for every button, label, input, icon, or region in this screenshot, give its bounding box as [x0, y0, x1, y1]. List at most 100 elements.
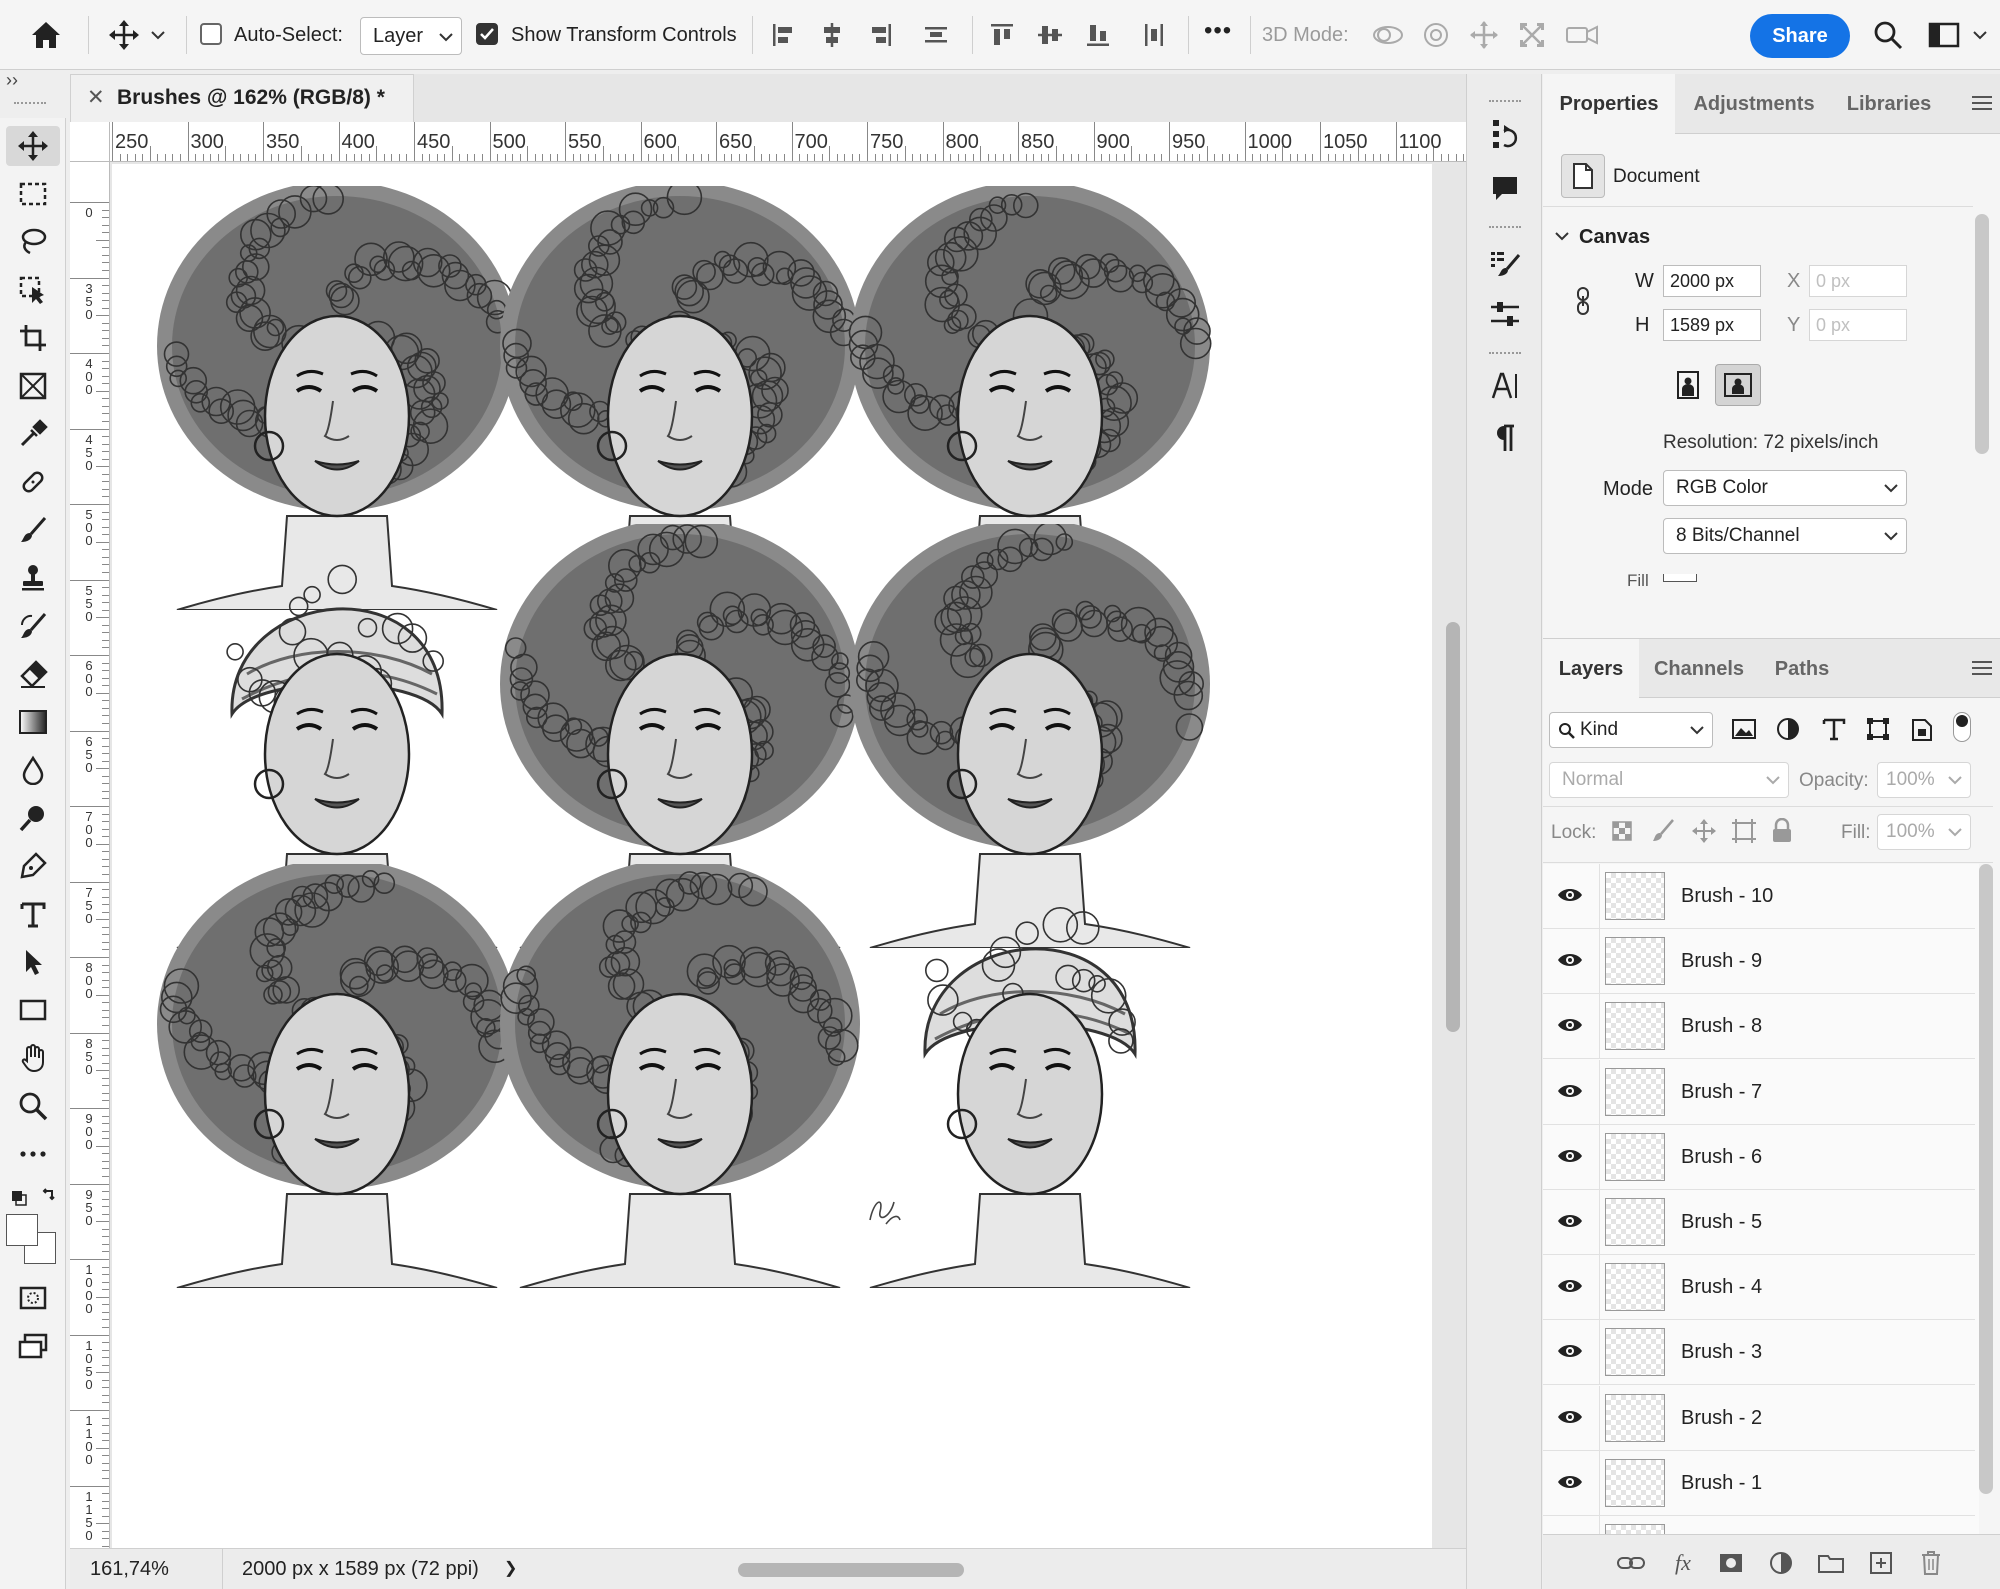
pen-tool[interactable] [6, 846, 60, 886]
3d-pan-icon[interactable] [1464, 15, 1504, 55]
status-menu-arrow[interactable]: ❯ [504, 1549, 517, 1589]
zoom-tool[interactable] [6, 1086, 60, 1126]
layer-row-partial[interactable] [1543, 1516, 1975, 1534]
bit-depth-select[interactable]: 8 Bits/Channel [1663, 518, 1907, 554]
new-layer-icon[interactable] [1865, 1547, 1897, 1579]
filter-toggle[interactable] [1953, 712, 1971, 742]
layer-name[interactable]: Brush - 4 [1681, 1273, 1762, 1301]
layer-thumbnail[interactable] [1605, 1393, 1665, 1442]
chevron-down-icon[interactable] [146, 15, 170, 55]
tab-paths[interactable]: Paths [1759, 639, 1845, 699]
eye-icon[interactable] [1557, 949, 1583, 971]
horizontal-ruler[interactable]: 250 300 350 400 450 500 550 600 650 700 750 800 850 9… [110, 122, 1470, 162]
horizontal-scroll-thumb[interactable] [738, 1563, 964, 1577]
panel-grip[interactable] [1489, 352, 1521, 358]
blur-tool[interactable] [6, 750, 60, 790]
move-tool[interactable] [6, 126, 60, 166]
fill-swatch[interactable] [1663, 574, 1697, 582]
layer-name[interactable]: Brush - 3 [1681, 1338, 1762, 1366]
search-icon[interactable] [1868, 15, 1908, 55]
lock-all-icon[interactable] [1771, 818, 1793, 844]
align-bottom-edges-icon[interactable] [1078, 15, 1118, 55]
y-input[interactable]: 0 px [1809, 309, 1907, 341]
layer-row[interactable]: Brush - 3 [1543, 1320, 1975, 1386]
layer-effects-button[interactable]: fx [1667, 1547, 1699, 1579]
layer-row[interactable]: Brush - 5 [1543, 1190, 1975, 1255]
width-input[interactable]: 2000 px [1663, 265, 1761, 297]
3d-camera-icon[interactable] [1562, 15, 1602, 55]
eye-icon[interactable] [1557, 1406, 1583, 1428]
auto-select-target-select[interactable]: Layer [360, 17, 462, 55]
marquee-tool[interactable] [6, 174, 60, 214]
more-options-button[interactable]: ••• [1204, 18, 1232, 44]
quick-mask-button[interactable] [6, 1278, 60, 1318]
tab-channels[interactable]: Channels [1639, 639, 1759, 699]
layer-name[interactable]: Brush - 9 [1681, 947, 1762, 975]
portrait-orientation-icon[interactable] [1667, 364, 1709, 406]
new-group-icon[interactable] [1815, 1547, 1847, 1579]
eye-icon[interactable] [1557, 884, 1583, 906]
canvas[interactable] [112, 164, 1432, 1550]
lock-position-icon[interactable] [1691, 818, 1717, 844]
object-selection-tool[interactable] [6, 270, 60, 310]
crop-tool[interactable] [6, 318, 60, 358]
layer-thumbnail[interactable] [1605, 1067, 1665, 1116]
eyedropper-tool[interactable] [6, 414, 60, 454]
comments-icon[interactable] [1485, 168, 1525, 208]
3d-slide-icon[interactable] [1512, 15, 1552, 55]
lock-artboard-icon[interactable] [1731, 818, 1757, 844]
close-tab-button[interactable]: ✕ [87, 75, 105, 121]
vertical-scrollbar[interactable] [1440, 162, 1466, 1548]
align-top-edges-icon[interactable] [982, 15, 1022, 55]
workspace-icon[interactable] [1924, 15, 1964, 55]
show-transform-checkbox[interactable] [476, 23, 498, 45]
layer-name[interactable]: Brush - 8 [1681, 1012, 1762, 1040]
hand-tool[interactable] [6, 1038, 60, 1078]
blend-mode-select[interactable]: Normal [1549, 762, 1789, 798]
opacity-input[interactable]: 100% [1877, 762, 1971, 798]
x-input[interactable]: 0 px [1809, 265, 1907, 297]
vertical-scroll-thumb[interactable] [1446, 622, 1460, 1032]
layer-row[interactable]: Brush - 10 [1543, 864, 1975, 929]
layer-thumbnail[interactable] [1605, 1328, 1665, 1377]
link-icon[interactable] [1575, 286, 1591, 316]
lasso-tool[interactable] [6, 222, 60, 262]
brush-tool[interactable] [6, 510, 60, 550]
layer-thumbnail[interactable] [1605, 872, 1665, 920]
document-tab[interactable]: ✕ Brushes @ 162% (RGB/8) * [70, 74, 414, 122]
align-right-edges-icon[interactable] [860, 15, 900, 55]
layer-row[interactable]: Brush - 2 [1543, 1385, 1975, 1451]
delete-layer-icon[interactable] [1915, 1547, 1947, 1579]
expand-toolbar-icon[interactable]: ›› [6, 70, 18, 91]
history-brush-tool[interactable] [6, 606, 60, 646]
layer-name[interactable]: Brush - 5 [1681, 1208, 1762, 1236]
distribute-horizontal-icon[interactable] [1134, 15, 1174, 55]
tab-adjustments[interactable]: Adjustments [1675, 74, 1833, 134]
character-icon[interactable] [1485, 366, 1525, 406]
landscape-orientation-icon[interactable] [1715, 364, 1761, 406]
move-tool-icon[interactable] [104, 15, 144, 55]
chevron-down-icon[interactable] [1968, 15, 1992, 55]
screen-mode-button[interactable] [6, 1326, 60, 1366]
eraser-tool[interactable] [6, 654, 60, 694]
add-mask-icon[interactable] [1715, 1547, 1747, 1579]
filter-pixel-layers-icon[interactable] [1731, 716, 1761, 746]
fill-input[interactable]: 100% [1877, 814, 1971, 850]
dodge-tool[interactable] [6, 798, 60, 838]
frame-tool[interactable] [6, 366, 60, 406]
distribute-vertical-icon[interactable] [916, 15, 956, 55]
color-mode-select[interactable]: RGB Color [1663, 470, 1907, 506]
layer-name[interactable]: Brush - 6 [1681, 1143, 1762, 1171]
eye-icon[interactable] [1557, 1145, 1583, 1167]
auto-select-checkbox[interactable] [200, 23, 222, 45]
eye-icon[interactable] [1557, 1471, 1583, 1493]
layer-row[interactable]: Brush - 7 [1543, 1059, 1975, 1125]
color-controls[interactable] [6, 1182, 60, 1212]
new-adjustment-layer-icon[interactable] [1765, 1547, 1797, 1579]
layer-row[interactable]: Brush - 8 [1543, 994, 1975, 1060]
foreground-color-swatch[interactable] [6, 1214, 38, 1246]
layer-row[interactable]: Brush - 6 [1543, 1124, 1975, 1190]
rectangle-tool[interactable] [6, 990, 60, 1030]
paragraph-icon[interactable] [1485, 418, 1525, 458]
edit-toolbar-button[interactable] [6, 1134, 60, 1174]
